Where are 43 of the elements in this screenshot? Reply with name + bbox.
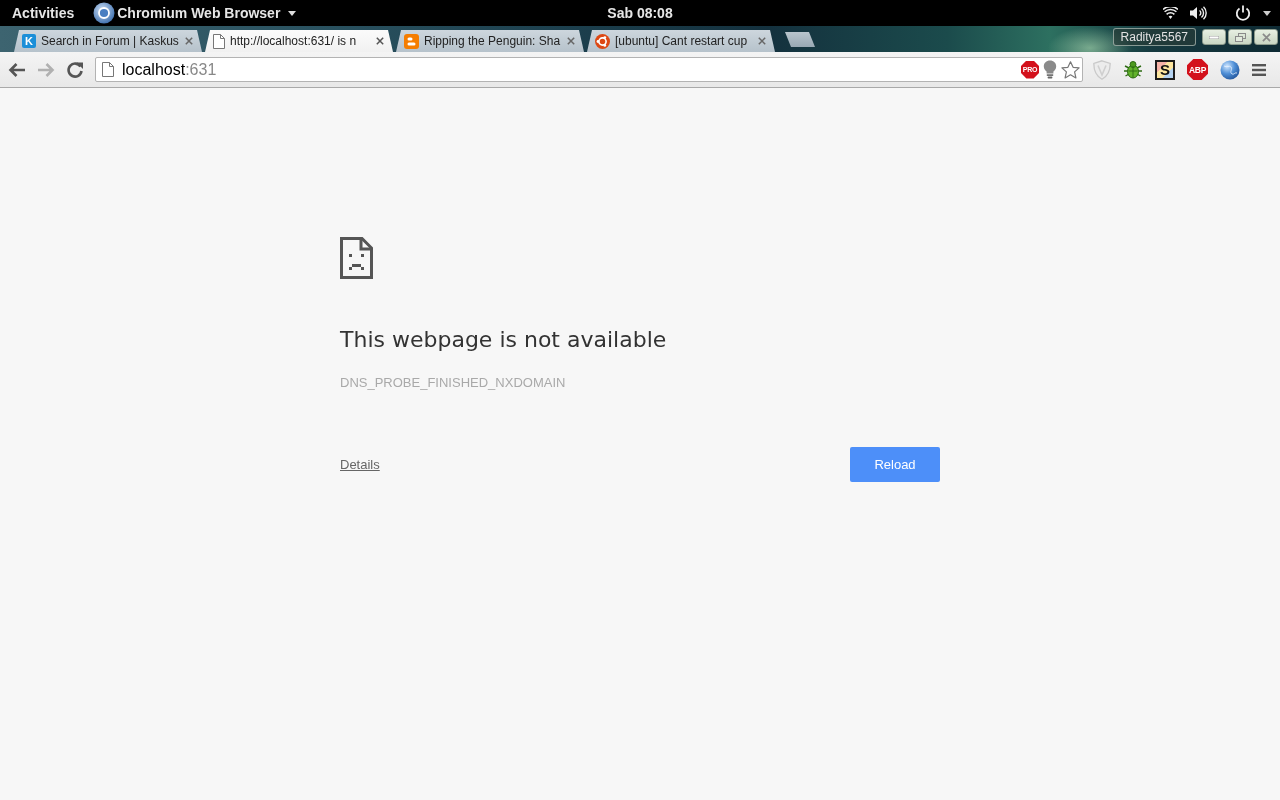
volume-icon[interactable] bbox=[1190, 6, 1207, 20]
browser-logo-icon bbox=[93, 2, 116, 24]
restore-icon bbox=[1234, 32, 1246, 42]
lightbulb-icon[interactable] bbox=[1043, 60, 1057, 79]
extension-button[interactable]: S bbox=[1155, 59, 1175, 80]
reload-icon[interactable] bbox=[66, 60, 84, 79]
app-menu-button[interactable]: Chromium Web Browser bbox=[93, 2, 297, 24]
clock-label[interactable]: Sab 08:08 bbox=[607, 5, 673, 21]
arrow-left-icon[interactable] bbox=[8, 61, 26, 78]
caret-icon[interactable] bbox=[1263, 10, 1271, 16]
browser-tab[interactable]: [ubuntu] Cant restart cup bbox=[587, 30, 775, 52]
square-logo-icon bbox=[404, 33, 419, 49]
close-icon[interactable] bbox=[185, 37, 193, 45]
close-icon[interactable] bbox=[758, 37, 766, 45]
bug-icon[interactable] bbox=[1123, 59, 1143, 80]
star-icon[interactable] bbox=[1061, 60, 1080, 79]
details-link[interactable]: Details bbox=[340, 457, 380, 472]
error-code: DNS_PROBE_FINISHED_NXDOMAIN bbox=[340, 375, 566, 391]
close-icon bbox=[1261, 32, 1271, 42]
ring-logo-icon bbox=[595, 33, 610, 49]
caret-icon[interactable] bbox=[288, 10, 297, 16]
page-icon bbox=[102, 62, 114, 77]
power-icon[interactable] bbox=[1235, 5, 1251, 21]
activities-button[interactable]: Activities bbox=[12, 5, 75, 21]
minimize-icon bbox=[1209, 35, 1219, 39]
browser-tab[interactable]: K Search in Forum | Kaskus bbox=[14, 30, 202, 52]
profile-button[interactable]: Raditya5567 bbox=[1112, 28, 1196, 46]
close-button[interactable] bbox=[1254, 29, 1278, 45]
restore-button[interactable] bbox=[1228, 29, 1252, 45]
globe-icon[interactable] bbox=[1220, 59, 1240, 80]
tab-favicon: K bbox=[22, 34, 36, 48]
new-tab-button[interactable] bbox=[785, 32, 815, 47]
browser-tab[interactable]: http://localhost:631/ is n bbox=[205, 30, 393, 52]
minimize-button[interactable] bbox=[1202, 29, 1226, 45]
error-heading: This webpage is not available bbox=[340, 327, 667, 353]
page-icon bbox=[213, 33, 225, 49]
extension-button[interactable]: ABP bbox=[1187, 59, 1208, 80]
menu-icon[interactable] bbox=[1252, 62, 1266, 77]
wifi-icon[interactable] bbox=[1163, 7, 1178, 19]
sad-page-icon bbox=[340, 237, 373, 279]
close-icon[interactable] bbox=[567, 37, 575, 45]
browser-tab[interactable]: Ripping the Penguin: Sha bbox=[396, 30, 584, 52]
close-icon[interactable] bbox=[376, 37, 384, 45]
